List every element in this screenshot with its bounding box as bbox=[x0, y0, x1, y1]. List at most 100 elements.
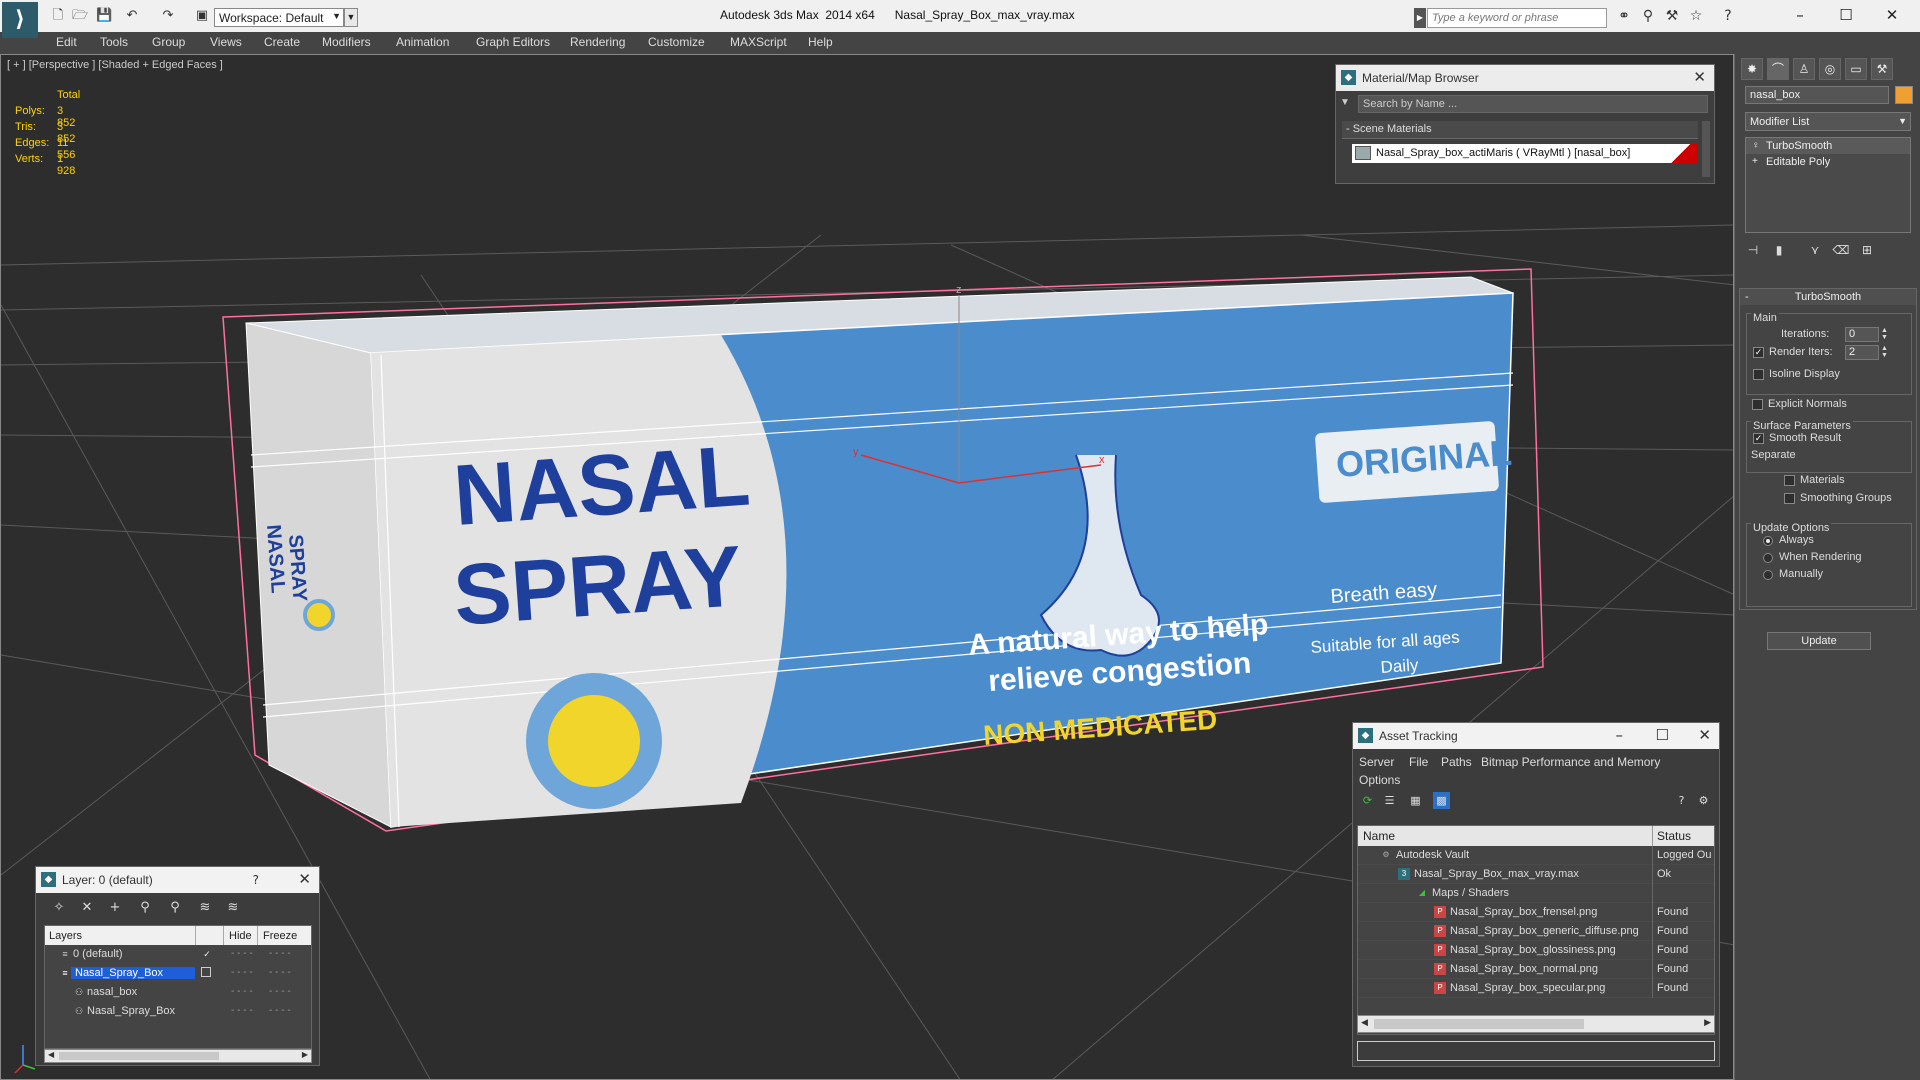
asset-row[interactable]: 3 Nasal_Spray_Box_max_vray.max Ok bbox=[1358, 865, 1714, 884]
rollout-header[interactable]: - TurboSmooth bbox=[1740, 289, 1916, 305]
object-color-swatch[interactable] bbox=[1895, 86, 1913, 104]
create-layer-icon[interactable]: ✧ bbox=[50, 899, 68, 917]
menu-customize[interactable]: Customize bbox=[648, 35, 705, 49]
settings-icon[interactable]: ⚙ bbox=[1695, 792, 1712, 809]
highlight-selected-icon[interactable]: ⚲ bbox=[166, 899, 184, 917]
asset-row[interactable]: ⚙ Autodesk Vault Logged Ou bbox=[1358, 846, 1714, 865]
freeze-toggle[interactable]: - - - - bbox=[269, 1005, 291, 1016]
configure-sets-icon[interactable]: ⊞ bbox=[1857, 240, 1877, 260]
column-name[interactable]: Name bbox=[1363, 829, 1395, 843]
menu-animation[interactable]: Animation bbox=[396, 35, 449, 49]
materials-checkbox[interactable] bbox=[1784, 475, 1795, 486]
layer-row[interactable]: ⚇ Nasal_Spray_Box - - - - - - - - bbox=[45, 1002, 311, 1021]
layer-row[interactable]: ⚇ nasal_box - - - - - - - - bbox=[45, 983, 311, 1002]
column-freeze[interactable]: Freeze bbox=[263, 930, 297, 942]
stack-item-editable-poly[interactable]: + Editable Poly bbox=[1746, 154, 1910, 170]
modify-tab-icon[interactable]: ⌒ bbox=[1767, 58, 1789, 80]
layer-manager-titlebar[interactable]: ◆ Layer: 0 (default) ? ✕ bbox=[36, 867, 319, 893]
add-to-layer-icon[interactable]: + bbox=[106, 899, 124, 917]
stack-item-turbosmooth[interactable]: ♀ TurboSmooth bbox=[1746, 138, 1910, 154]
hide-toggle[interactable]: - - - - bbox=[231, 948, 253, 959]
close-icon[interactable]: ✕ bbox=[1693, 68, 1706, 86]
expand-plus-icon[interactable]: + bbox=[1752, 156, 1758, 167]
asset-menu-paths[interactable]: Paths bbox=[1441, 755, 1472, 769]
render-iters-spinner[interactable]: 2 bbox=[1845, 345, 1879, 360]
select-objects-icon[interactable]: ⚲ bbox=[136, 899, 154, 917]
asset-menu-server[interactable]: Server bbox=[1359, 755, 1394, 769]
workspace-select[interactable]: Workspace: Default ▼ bbox=[214, 8, 344, 27]
asset-menu-options[interactable]: Options bbox=[1359, 773, 1400, 787]
asset-row[interactable]: P Nasal_Spray_box_normal.png Found bbox=[1358, 960, 1714, 979]
redo-icon[interactable]: ↷ bbox=[160, 8, 176, 24]
hierarchy-tab-icon[interactable]: ♙ bbox=[1793, 58, 1815, 80]
minimize-button[interactable]: – bbox=[1780, 4, 1820, 26]
asset-horizontal-scrollbar[interactable]: ◀ ▶ bbox=[1357, 1015, 1715, 1033]
help-icon[interactable]: ? bbox=[1718, 8, 1738, 26]
utilities-tab-icon[interactable]: ⚒ bbox=[1871, 58, 1893, 80]
asset-row[interactable]: P Nasal_Spray_box_specular.png Found bbox=[1358, 979, 1714, 998]
update-button[interactable]: Update bbox=[1767, 632, 1871, 650]
when-rendering-radio[interactable] bbox=[1763, 553, 1773, 563]
communication-icon[interactable]: ⚒ bbox=[1662, 8, 1682, 26]
layer-horizontal-scrollbar[interactable]: ◀ ▶ bbox=[44, 1049, 312, 1063]
object-name-field[interactable]: nasal_box bbox=[1745, 86, 1889, 104]
spinner-arrows-icon[interactable]: ▲ ▼ bbox=[1881, 345, 1890, 360]
help-search-input[interactable]: Type a keyword or phrase bbox=[1427, 8, 1607, 28]
asset-menu-bitmap-performance[interactable]: Bitmap Performance and Memory bbox=[1481, 755, 1660, 769]
hide-toggle[interactable]: - - - - bbox=[231, 967, 253, 978]
close-button[interactable]: ✕ bbox=[1872, 4, 1912, 26]
column-status[interactable]: Status bbox=[1657, 829, 1691, 843]
explicit-normals-checkbox[interactable] bbox=[1752, 399, 1763, 410]
asset-row[interactable]: ◢ Maps / Shaders bbox=[1358, 884, 1714, 903]
hide-toggle[interactable]: - - - - bbox=[231, 986, 253, 997]
asset-row[interactable]: P Nasal_Spray_box_glossiness.png Found bbox=[1358, 941, 1714, 960]
display-tab-icon[interactable]: ▭ bbox=[1845, 58, 1867, 80]
maximize-icon[interactable]: ☐ bbox=[1656, 726, 1669, 744]
subscription-icon[interactable]: ⚲ bbox=[1638, 8, 1658, 26]
close-icon[interactable]: ✕ bbox=[1698, 726, 1711, 744]
always-radio[interactable] bbox=[1763, 536, 1773, 546]
viewport-label[interactable]: [ + ] [Perspective ] [Shaded + Edged Fac… bbox=[7, 59, 223, 71]
scrollbar-thumb[interactable] bbox=[59, 1052, 219, 1060]
new-file-icon[interactable]: 🗋 bbox=[50, 8, 66, 24]
menu-help[interactable]: Help bbox=[808, 35, 833, 49]
binoculars-icon[interactable]: ⚭ bbox=[1614, 8, 1634, 26]
set-current-layer-icon[interactable] bbox=[201, 967, 211, 977]
menu-tools[interactable]: Tools bbox=[100, 35, 128, 49]
scene-materials-group[interactable]: - Scene Materials bbox=[1342, 121, 1698, 139]
menu-group[interactable]: Group bbox=[152, 35, 185, 49]
favorites-star-icon[interactable]: ☆ bbox=[1686, 8, 1706, 26]
smoothing-groups-checkbox[interactable] bbox=[1784, 493, 1795, 504]
spinner-arrows-icon[interactable]: ▲ ▼ bbox=[1881, 327, 1890, 342]
show-end-result-icon[interactable]: ▮ bbox=[1769, 240, 1789, 260]
delete-layer-icon[interactable]: ✕ bbox=[78, 899, 96, 917]
app-logo-icon[interactable]: ⟩ bbox=[2, 2, 38, 38]
refresh-icon[interactable]: ⟳ bbox=[1359, 792, 1376, 809]
pin-stack-icon[interactable]: ⊣ bbox=[1743, 240, 1763, 260]
layer-row[interactable]: ≡ 0 (default) ✓ - - - - - - - - bbox=[45, 945, 311, 964]
remove-modifier-icon[interactable]: ⌫ bbox=[1831, 240, 1851, 260]
save-icon[interactable]: 💾 bbox=[96, 8, 112, 24]
lightbulb-icon[interactable]: ♀ bbox=[1752, 140, 1760, 151]
menu-views[interactable]: Views bbox=[210, 35, 242, 49]
asset-row[interactable]: P Nasal_Spray_box_generic_diffuse.png Fo… bbox=[1358, 922, 1714, 941]
current-layer-check-icon[interactable]: ✓ bbox=[201, 948, 213, 960]
asset-row[interactable]: P Nasal_Spray_box_frensel.png Found bbox=[1358, 903, 1714, 922]
help-icon[interactable]: ? bbox=[1673, 792, 1690, 809]
undo-icon[interactable]: ↶ bbox=[124, 8, 140, 24]
search-options-icon[interactable]: ▼ bbox=[1340, 97, 1350, 108]
smooth-result-checkbox[interactable]: ✓ bbox=[1753, 433, 1764, 444]
make-unique-icon[interactable]: ⋎ bbox=[1805, 240, 1825, 260]
iterations-spinner[interactable]: 0 bbox=[1845, 327, 1879, 342]
freeze-toggle[interactable]: - - - - bbox=[269, 986, 291, 997]
motion-tab-icon[interactable]: ◎ bbox=[1819, 58, 1841, 80]
menu-rendering[interactable]: Rendering bbox=[570, 35, 625, 49]
help-icon[interactable]: ? bbox=[253, 873, 259, 887]
menu-edit[interactable]: Edit bbox=[56, 35, 77, 49]
scroll-right-icon[interactable]: ▶ bbox=[302, 1050, 308, 1059]
create-tab-icon[interactable]: ✸ bbox=[1741, 58, 1763, 80]
material-scrollbar[interactable] bbox=[1702, 121, 1710, 177]
minimize-icon[interactable]: – bbox=[1616, 726, 1624, 744]
scrollbar-thumb[interactable] bbox=[1374, 1019, 1584, 1029]
freeze-all-layers-icon[interactable]: ≋ bbox=[224, 899, 242, 917]
